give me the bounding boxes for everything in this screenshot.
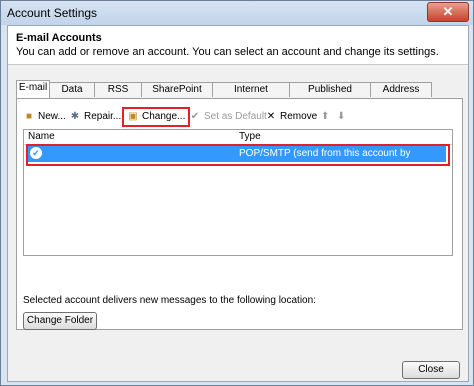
dialog-body: E-mail Accounts You can add or remove an… [7,25,469,382]
list-header: Name Type [24,130,452,145]
new-button[interactable]: ■ New... [23,109,66,125]
remove-icon: ✕ [266,111,276,122]
change-label: Change... [142,111,186,122]
tab-rss-feeds[interactable]: RSS Feeds [94,82,142,109]
column-name[interactable]: Name [28,131,55,142]
arrow-up-icon: ⬆ [321,111,330,122]
move-down-button[interactable]: ⬇ [337,109,345,125]
check-circle-icon: ✔ [190,111,200,122]
window-close-button[interactable]: ✕ [427,2,469,22]
close-button[interactable]: Close [402,361,460,379]
change-folder-button[interactable]: Change Folder [23,312,97,330]
remove-label: Remove [280,111,318,122]
column-type[interactable]: Type [239,131,261,142]
close-icon: ✕ [442,4,454,19]
set-default-label: Set as Default [204,111,267,122]
delivery-location-label: Selected account delivers new messages t… [23,295,316,306]
account-settings-window: Account Settings ✕ E-mail Accounts You c… [0,0,474,386]
selection-highlight-box [26,144,450,166]
change-icon: ▣ [128,111,138,122]
repair-icon: ✱ [70,111,80,122]
window-title: Account Settings [7,6,98,20]
tab-email[interactable]: E-mail [16,80,50,98]
remove-button[interactable]: ✕ Remove [265,109,317,125]
move-up-button[interactable]: ⬆ [321,109,329,125]
new-label: New... [38,111,66,122]
change-button[interactable]: ▣ Change... [122,107,191,127]
repair-label: Repair... [84,111,122,122]
accounts-list: Name Type ✔ POP/SMTP (send from this acc… [23,129,453,256]
section-title: E-mail Accounts [16,32,102,44]
set-default-button[interactable]: ✔ Set as Default [189,109,267,125]
email-tab-panel: ■ New... ✱ Repair... ▣ Change... ✔ Set as De… [16,98,463,330]
arrow-down-icon: ⬇ [337,111,346,122]
tab-internet-calendars[interactable]: Internet Calendars [212,82,290,109]
tab-published-calendars[interactable]: Published Calendars [289,82,371,109]
tab-data-files[interactable]: Data Files [49,82,95,109]
repair-button[interactable]: ✱ Repair... [69,109,121,125]
tab-address-books[interactable]: Address Books [370,82,432,109]
tab-sharepoint-lists[interactable]: SharePoint Lists [141,82,213,109]
title-bar[interactable]: Account Settings ✕ [1,1,473,25]
dialog-header: E-mail Accounts You can add or remove an… [8,26,468,65]
section-subtitle: You can add or remove an account. You ca… [16,46,439,58]
new-account-icon: ■ [25,111,33,122]
